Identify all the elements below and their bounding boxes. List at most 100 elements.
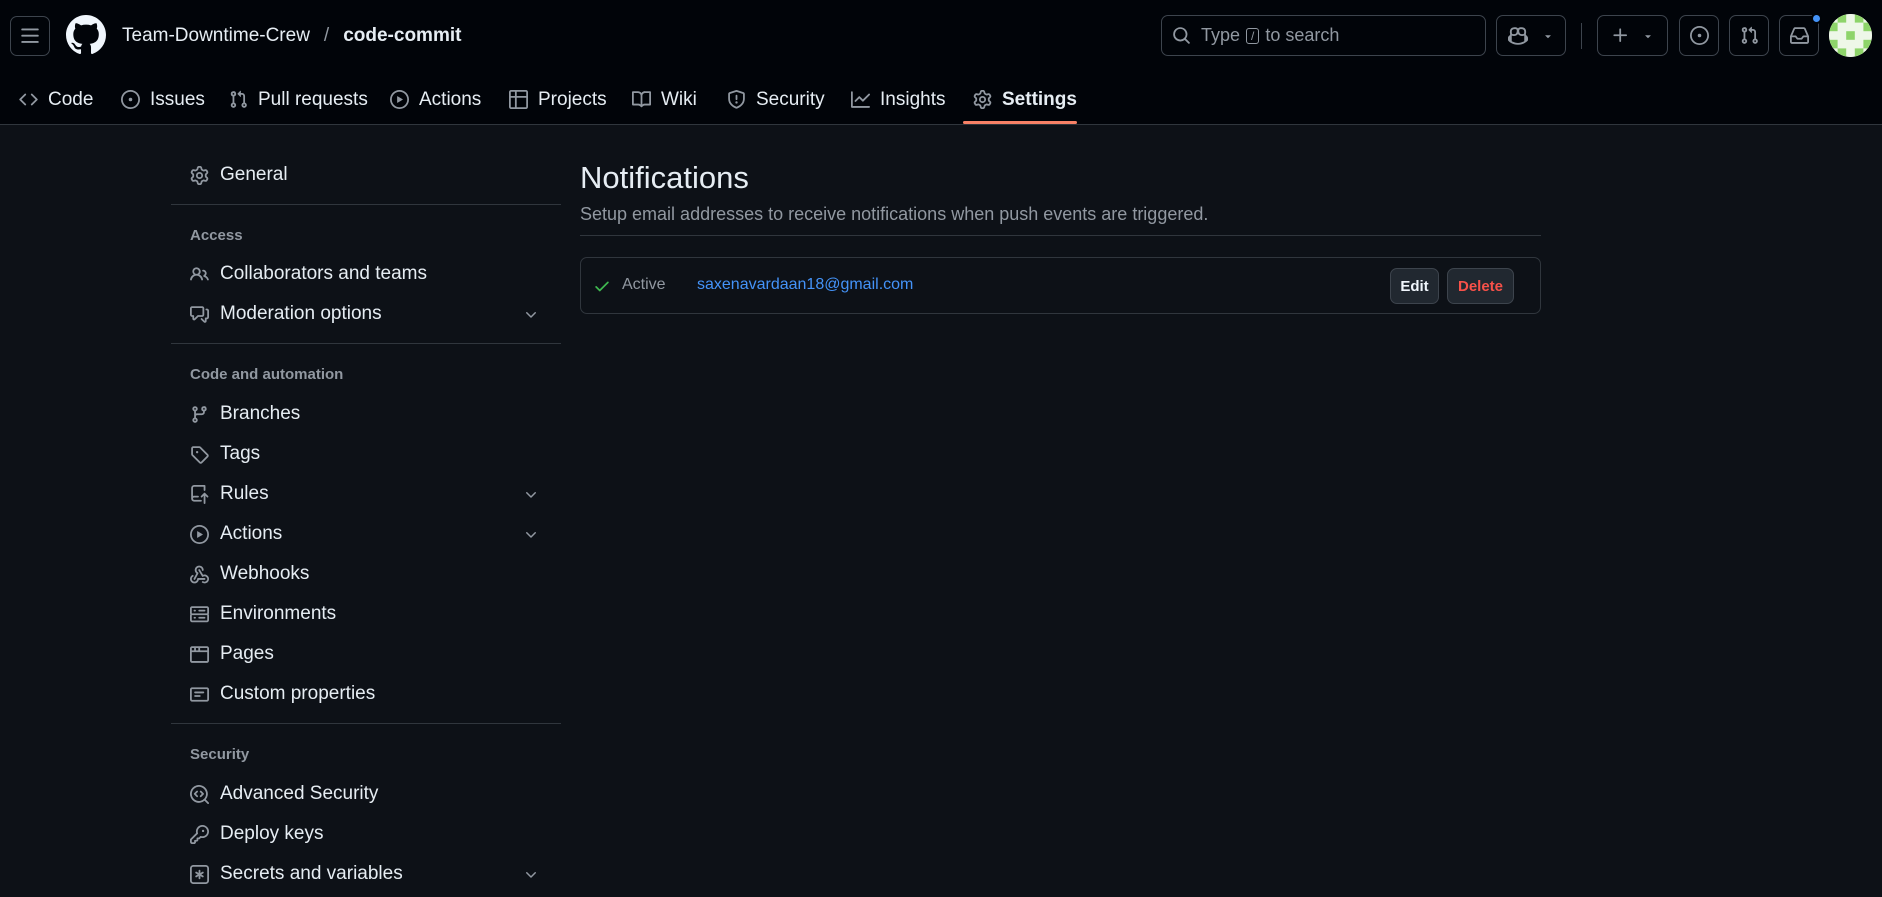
sidebar-item-webhooks[interactable]: Webhooks bbox=[171, 557, 561, 591]
sidebar-item-label: Custom properties bbox=[220, 683, 376, 704]
key-asterisk-icon bbox=[190, 865, 209, 884]
search-shortcut-key: / bbox=[1246, 27, 1260, 44]
tab-pull-requests[interactable]: Pull requests bbox=[229, 74, 368, 125]
tab-actions[interactable]: Actions bbox=[390, 74, 481, 125]
tab-issues[interactable]: Issues bbox=[121, 74, 205, 125]
sidebar-divider bbox=[171, 723, 561, 724]
copilot-icon bbox=[1508, 26, 1528, 45]
tag-icon bbox=[191, 446, 209, 464]
your-issues-button[interactable] bbox=[1679, 15, 1719, 56]
copilot-button[interactable] bbox=[1496, 15, 1566, 56]
sidebar-item-label: Tags bbox=[220, 443, 261, 464]
header-divider bbox=[1581, 23, 1582, 49]
sidebar-item-label: Environments bbox=[220, 603, 337, 624]
sidebar-item-general[interactable]: General bbox=[171, 158, 561, 192]
codescan-icon bbox=[190, 785, 209, 804]
sidebar-item-label: Moderation options bbox=[220, 303, 382, 324]
tab-security[interactable]: Security bbox=[727, 74, 825, 125]
chevron-down-icon bbox=[526, 872, 536, 878]
graph-icon bbox=[851, 91, 870, 108]
sidebar-item-tags[interactable]: Tags bbox=[171, 437, 561, 471]
people-icon bbox=[190, 267, 209, 281]
sidebar-item-advanced-security[interactable]: Advanced Security bbox=[171, 777, 561, 811]
edit-button[interactable]: Edit bbox=[1390, 268, 1439, 304]
book-icon bbox=[632, 91, 651, 108]
code-icon bbox=[19, 93, 38, 106]
gear-icon bbox=[973, 90, 992, 109]
sidebar-item-custom-properties[interactable]: Custom properties bbox=[171, 677, 561, 711]
chevron-down-icon bbox=[526, 492, 536, 498]
repo-push-icon bbox=[191, 485, 209, 504]
sidebar-item-environments[interactable]: Environments bbox=[171, 597, 561, 631]
tab-code[interactable]: Code bbox=[19, 74, 93, 125]
sidebar-item-branches[interactable]: Branches bbox=[171, 397, 561, 431]
page-title: Notifications bbox=[580, 160, 749, 195]
tab-settings[interactable]: Settings bbox=[973, 74, 1077, 125]
chevron-down-icon bbox=[1545, 34, 1551, 38]
page-subtitle: Setup email addresses to receive notific… bbox=[580, 204, 1209, 224]
sidebar-item-rules[interactable]: Rules bbox=[171, 477, 561, 511]
unread-notification-dot bbox=[1811, 13, 1822, 24]
active-tab-indicator bbox=[963, 121, 1077, 124]
tab-projects[interactable]: Projects bbox=[509, 74, 607, 125]
tab-label: Settings bbox=[1002, 88, 1077, 110]
sidebar-heading-access: Access bbox=[190, 227, 243, 244]
shield-icon bbox=[728, 90, 745, 109]
hamburger-icon bbox=[21, 28, 39, 43]
breadcrumb: Team-Downtime-Crew / code-commit bbox=[122, 23, 461, 49]
git-branch-icon bbox=[192, 406, 207, 423]
sidebar-item-actions[interactable]: Actions bbox=[171, 517, 561, 551]
server-icon bbox=[190, 606, 209, 623]
sidebar-item-deploy-keys[interactable]: Deploy keys bbox=[171, 817, 561, 851]
chevron-down-icon bbox=[526, 532, 536, 538]
search-placeholder-suffix: to search bbox=[1265, 25, 1340, 45]
search-icon bbox=[1173, 27, 1190, 44]
sidebar-heading-security: Security bbox=[190, 746, 250, 763]
webhook-icon bbox=[190, 565, 209, 584]
sidebar-item-label: Advanced Security bbox=[220, 783, 379, 804]
tab-label: Issues bbox=[150, 88, 205, 110]
github-logo-icon[interactable] bbox=[66, 15, 106, 55]
issue-opened-icon bbox=[1689, 26, 1709, 45]
avatar[interactable] bbox=[1829, 14, 1872, 57]
git-pull-request-icon bbox=[230, 90, 247, 108]
menu-button[interactable] bbox=[10, 16, 50, 56]
section-divider bbox=[580, 235, 1541, 236]
issue-opened-icon bbox=[121, 90, 140, 109]
sidebar-divider bbox=[171, 343, 561, 344]
tab-insights[interactable]: Insights bbox=[851, 74, 945, 125]
sidebar-heading-code-automation: Code and automation bbox=[190, 366, 344, 383]
table-icon bbox=[509, 90, 528, 109]
browser-icon bbox=[190, 646, 209, 663]
delete-button[interactable]: Delete bbox=[1447, 268, 1514, 304]
email-link[interactable]: saxenavardaan18@gmail.com bbox=[697, 276, 913, 294]
tab-label: Insights bbox=[880, 88, 946, 110]
tab-label: Projects bbox=[538, 88, 607, 110]
tab-label: Wiki bbox=[661, 88, 697, 110]
sidebar-item-label: Branches bbox=[220, 403, 301, 424]
tab-wiki[interactable]: Wiki bbox=[632, 74, 697, 125]
sidebar-item-label: General bbox=[220, 164, 288, 185]
comment-discussion-icon bbox=[190, 306, 209, 323]
create-new-button[interactable] bbox=[1597, 15, 1668, 56]
repo-navigation: Code Issues Pull requests Actions Projec… bbox=[0, 74, 1882, 125]
your-pull-requests-button[interactable] bbox=[1729, 15, 1769, 56]
sidebar-item-secrets-and-variables[interactable]: Secrets and variables bbox=[171, 857, 561, 891]
play-icon bbox=[190, 525, 209, 544]
plus-icon bbox=[1613, 28, 1628, 43]
gear-icon bbox=[190, 166, 209, 185]
sidebar-item-moderation-options[interactable]: Moderation options bbox=[171, 297, 561, 331]
sidebar-item-label: Pages bbox=[220, 643, 274, 664]
search-input[interactable]: Type / to search bbox=[1161, 15, 1486, 56]
chevron-down-icon bbox=[1645, 34, 1651, 38]
sidebar-item-pages[interactable]: Pages bbox=[171, 637, 561, 671]
sidebar-item-label: Secrets and variables bbox=[220, 863, 403, 884]
breadcrumb-owner-link[interactable]: Team-Downtime-Crew bbox=[122, 25, 310, 47]
sidebar-item-label: Collaborators and teams bbox=[220, 263, 427, 284]
git-pull-request-icon bbox=[1741, 26, 1758, 44]
sidebar-item-label: Deploy keys bbox=[220, 823, 324, 844]
sidebar-item-collaborators[interactable]: Collaborators and teams bbox=[171, 257, 561, 291]
tab-label: Code bbox=[48, 88, 94, 110]
breadcrumb-repo-link[interactable]: code-commit bbox=[343, 25, 461, 47]
tab-label: Security bbox=[756, 88, 825, 110]
